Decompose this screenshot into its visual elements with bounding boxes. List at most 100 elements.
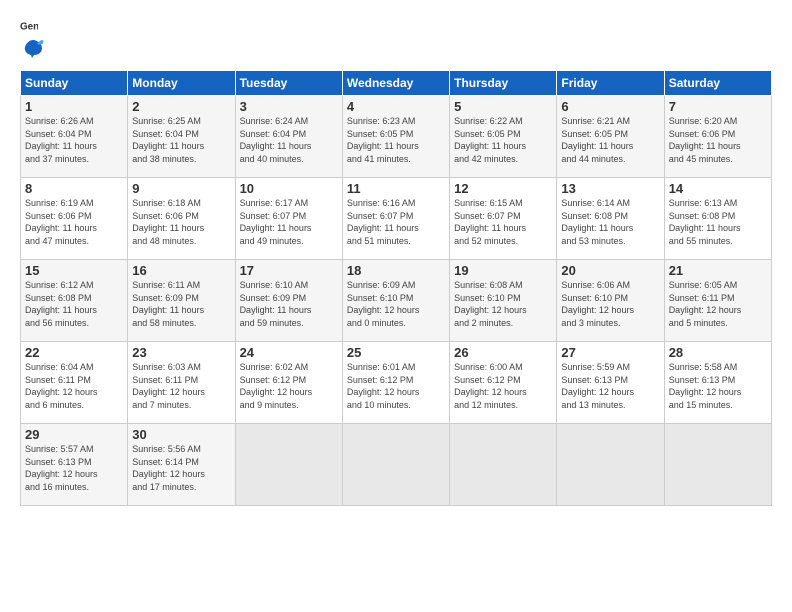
calendar-cell <box>235 424 342 506</box>
calendar-cell: 27Sunrise: 5:59 AM Sunset: 6:13 PM Dayli… <box>557 342 664 424</box>
day-number: 1 <box>25 99 123 114</box>
day-info: Sunrise: 6:12 AM Sunset: 6:08 PM Dayligh… <box>25 279 123 329</box>
calendar-cell: 17Sunrise: 6:10 AM Sunset: 6:09 PM Dayli… <box>235 260 342 342</box>
day-info: Sunrise: 5:57 AM Sunset: 6:13 PM Dayligh… <box>25 443 123 493</box>
calendar-cell: 12Sunrise: 6:15 AM Sunset: 6:07 PM Dayli… <box>450 178 557 260</box>
day-info: Sunrise: 6:09 AM Sunset: 6:10 PM Dayligh… <box>347 279 445 329</box>
calendar-cell: 3Sunrise: 6:24 AM Sunset: 6:04 PM Daylig… <box>235 96 342 178</box>
calendar-cell: 7Sunrise: 6:20 AM Sunset: 6:06 PM Daylig… <box>664 96 771 178</box>
day-info: Sunrise: 6:05 AM Sunset: 6:11 PM Dayligh… <box>669 279 767 329</box>
day-number: 25 <box>347 345 445 360</box>
day-number: 26 <box>454 345 552 360</box>
day-number: 6 <box>561 99 659 114</box>
day-info: Sunrise: 5:58 AM Sunset: 6:13 PM Dayligh… <box>669 361 767 411</box>
day-number: 11 <box>347 181 445 196</box>
day-number: 18 <box>347 263 445 278</box>
day-number: 27 <box>561 345 659 360</box>
day-info: Sunrise: 6:03 AM Sunset: 6:11 PM Dayligh… <box>132 361 230 411</box>
logo-bird-icon <box>22 38 44 60</box>
day-number: 3 <box>240 99 338 114</box>
calendar-cell: 15Sunrise: 6:12 AM Sunset: 6:08 PM Dayli… <box>21 260 128 342</box>
day-info: Sunrise: 6:20 AM Sunset: 6:06 PM Dayligh… <box>669 115 767 165</box>
day-info: Sunrise: 6:25 AM Sunset: 6:04 PM Dayligh… <box>132 115 230 165</box>
week-row-1: 1Sunrise: 6:26 AM Sunset: 6:04 PM Daylig… <box>21 96 772 178</box>
day-number: 10 <box>240 181 338 196</box>
day-number: 4 <box>347 99 445 114</box>
logo: General <box>20 18 46 60</box>
day-info: Sunrise: 6:08 AM Sunset: 6:10 PM Dayligh… <box>454 279 552 329</box>
day-info: Sunrise: 6:16 AM Sunset: 6:07 PM Dayligh… <box>347 197 445 247</box>
day-number: 30 <box>132 427 230 442</box>
calendar-cell: 6Sunrise: 6:21 AM Sunset: 6:05 PM Daylig… <box>557 96 664 178</box>
day-info: Sunrise: 6:14 AM Sunset: 6:08 PM Dayligh… <box>561 197 659 247</box>
day-info: Sunrise: 6:00 AM Sunset: 6:12 PM Dayligh… <box>454 361 552 411</box>
day-info: Sunrise: 6:23 AM Sunset: 6:05 PM Dayligh… <box>347 115 445 165</box>
day-number: 2 <box>132 99 230 114</box>
day-number: 23 <box>132 345 230 360</box>
calendar-cell <box>342 424 449 506</box>
calendar-cell: 4Sunrise: 6:23 AM Sunset: 6:05 PM Daylig… <box>342 96 449 178</box>
day-info: Sunrise: 6:18 AM Sunset: 6:06 PM Dayligh… <box>132 197 230 247</box>
week-row-5: 29Sunrise: 5:57 AM Sunset: 6:13 PM Dayli… <box>21 424 772 506</box>
calendar-cell: 9Sunrise: 6:18 AM Sunset: 6:06 PM Daylig… <box>128 178 235 260</box>
day-number: 28 <box>669 345 767 360</box>
calendar-cell <box>664 424 771 506</box>
day-number: 29 <box>25 427 123 442</box>
calendar-cell: 5Sunrise: 6:22 AM Sunset: 6:05 PM Daylig… <box>450 96 557 178</box>
calendar-cell: 8Sunrise: 6:19 AM Sunset: 6:06 PM Daylig… <box>21 178 128 260</box>
calendar-cell: 1Sunrise: 6:26 AM Sunset: 6:04 PM Daylig… <box>21 96 128 178</box>
day-number: 22 <box>25 345 123 360</box>
day-number: 15 <box>25 263 123 278</box>
calendar-cell: 18Sunrise: 6:09 AM Sunset: 6:10 PM Dayli… <box>342 260 449 342</box>
day-info: Sunrise: 5:56 AM Sunset: 6:14 PM Dayligh… <box>132 443 230 493</box>
calendar-cell: 19Sunrise: 6:08 AM Sunset: 6:10 PM Dayli… <box>450 260 557 342</box>
calendar-cell: 11Sunrise: 6:16 AM Sunset: 6:07 PM Dayli… <box>342 178 449 260</box>
calendar-cell <box>557 424 664 506</box>
calendar-cell: 22Sunrise: 6:04 AM Sunset: 6:11 PM Dayli… <box>21 342 128 424</box>
day-info: Sunrise: 6:06 AM Sunset: 6:10 PM Dayligh… <box>561 279 659 329</box>
calendar-cell: 13Sunrise: 6:14 AM Sunset: 6:08 PM Dayli… <box>557 178 664 260</box>
svg-text:General: General <box>20 21 38 32</box>
week-row-2: 8Sunrise: 6:19 AM Sunset: 6:06 PM Daylig… <box>21 178 772 260</box>
day-info: Sunrise: 6:22 AM Sunset: 6:05 PM Dayligh… <box>454 115 552 165</box>
day-info: Sunrise: 6:21 AM Sunset: 6:05 PM Dayligh… <box>561 115 659 165</box>
day-number: 17 <box>240 263 338 278</box>
page: General SundayMondayTuesdayWednesdayThur… <box>0 0 792 612</box>
weekday-thursday: Thursday <box>450 71 557 96</box>
day-info: Sunrise: 5:59 AM Sunset: 6:13 PM Dayligh… <box>561 361 659 411</box>
calendar-cell: 23Sunrise: 6:03 AM Sunset: 6:11 PM Dayli… <box>128 342 235 424</box>
day-number: 8 <box>25 181 123 196</box>
day-info: Sunrise: 6:11 AM Sunset: 6:09 PM Dayligh… <box>132 279 230 329</box>
day-info: Sunrise: 6:10 AM Sunset: 6:09 PM Dayligh… <box>240 279 338 329</box>
day-number: 21 <box>669 263 767 278</box>
calendar-cell: 14Sunrise: 6:13 AM Sunset: 6:08 PM Dayli… <box>664 178 771 260</box>
calendar-cell: 26Sunrise: 6:00 AM Sunset: 6:12 PM Dayli… <box>450 342 557 424</box>
day-number: 5 <box>454 99 552 114</box>
weekday-saturday: Saturday <box>664 71 771 96</box>
calendar-cell: 25Sunrise: 6:01 AM Sunset: 6:12 PM Dayli… <box>342 342 449 424</box>
weekday-tuesday: Tuesday <box>235 71 342 96</box>
day-info: Sunrise: 6:04 AM Sunset: 6:11 PM Dayligh… <box>25 361 123 411</box>
calendar-header: SundayMondayTuesdayWednesdayThursdayFrid… <box>21 71 772 96</box>
calendar-cell: 28Sunrise: 5:58 AM Sunset: 6:13 PM Dayli… <box>664 342 771 424</box>
calendar: SundayMondayTuesdayWednesdayThursdayFrid… <box>20 70 772 506</box>
day-info: Sunrise: 6:17 AM Sunset: 6:07 PM Dayligh… <box>240 197 338 247</box>
weekday-row: SundayMondayTuesdayWednesdayThursdayFrid… <box>21 71 772 96</box>
calendar-cell: 29Sunrise: 5:57 AM Sunset: 6:13 PM Dayli… <box>21 424 128 506</box>
calendar-cell: 20Sunrise: 6:06 AM Sunset: 6:10 PM Dayli… <box>557 260 664 342</box>
logo-icon: General <box>20 18 38 36</box>
day-number: 7 <box>669 99 767 114</box>
calendar-cell: 16Sunrise: 6:11 AM Sunset: 6:09 PM Dayli… <box>128 260 235 342</box>
calendar-cell: 24Sunrise: 6:02 AM Sunset: 6:12 PM Dayli… <box>235 342 342 424</box>
header: General <box>20 18 772 60</box>
day-number: 13 <box>561 181 659 196</box>
calendar-cell <box>450 424 557 506</box>
day-number: 16 <box>132 263 230 278</box>
calendar-cell: 2Sunrise: 6:25 AM Sunset: 6:04 PM Daylig… <box>128 96 235 178</box>
day-number: 9 <box>132 181 230 196</box>
day-number: 14 <box>669 181 767 196</box>
week-row-4: 22Sunrise: 6:04 AM Sunset: 6:11 PM Dayli… <box>21 342 772 424</box>
day-info: Sunrise: 6:24 AM Sunset: 6:04 PM Dayligh… <box>240 115 338 165</box>
weekday-friday: Friday <box>557 71 664 96</box>
day-number: 12 <box>454 181 552 196</box>
